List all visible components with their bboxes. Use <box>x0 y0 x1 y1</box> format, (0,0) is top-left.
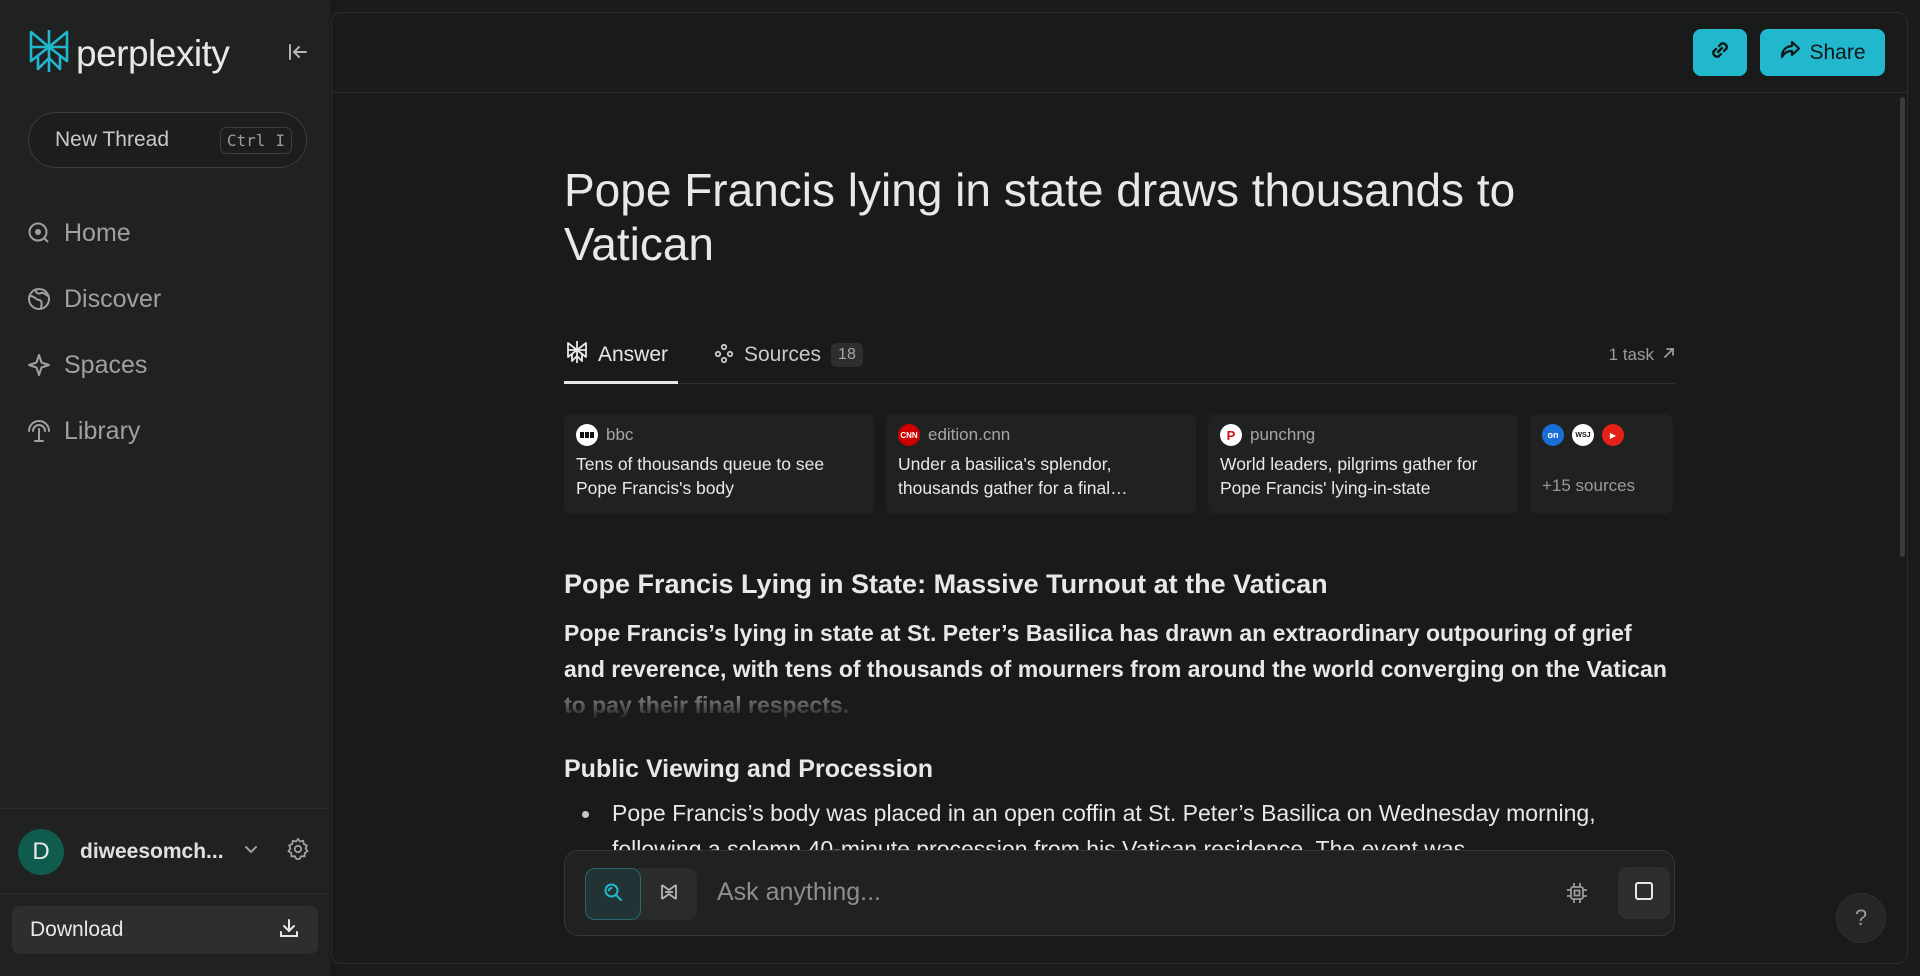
sources-count-badge: 18 <box>831 343 863 367</box>
tab-answer[interactable]: Answer <box>564 328 678 384</box>
card-title: Under a basilica's splendor, thousands g… <box>898 454 1128 498</box>
new-thread-label: New Thread <box>55 128 170 151</box>
logo-text: perplexity <box>76 32 230 74</box>
shortcut-badge: Ctrl I <box>219 126 292 154</box>
youtube-favicon-icon: ▶ <box>1602 424 1624 446</box>
link-icon <box>1707 37 1733 68</box>
answer-heading: Pope Francis Lying in State: Massive Tur… <box>564 569 1328 599</box>
scrollbar[interactable] <box>1900 97 1905 557</box>
scroll-fade <box>332 681 1907 721</box>
download-label: Download <box>30 918 124 941</box>
card-source-name: punchng <box>1250 425 1316 444</box>
sidebar-nav: Home Discover Spaces Library <box>26 200 161 464</box>
user-menu[interactable]: D diweesomch... <box>0 808 330 894</box>
shortcut-key-i: I <box>275 130 285 150</box>
perplexity-logo-icon <box>28 28 70 79</box>
top-bar: Share <box>332 13 1907 93</box>
ask-bar: Ask anything... <box>564 850 1675 936</box>
collapse-sidebar-button[interactable] <box>286 40 310 64</box>
tab-sources-label: Sources <box>744 343 822 366</box>
globe-icon <box>26 286 52 312</box>
share-label: Share <box>1809 40 1866 64</box>
library-icon <box>26 418 52 444</box>
ask-input[interactable]: Ask anything... <box>717 878 881 907</box>
sidebar-item-label: Library <box>64 416 141 445</box>
sidebar-item-library[interactable]: Library <box>26 398 161 464</box>
app-root: perplexity New Thread Ctrl I Home Discov… <box>0 0 1920 976</box>
page-title: Pope Francis lying in state draws thousa… <box>564 164 1516 270</box>
avatar[interactable]: D <box>18 828 64 875</box>
source-card[interactable]: bbc Tens of thousands queue to see Pope … <box>564 414 874 514</box>
search-icon <box>603 882 623 907</box>
chevron-down-icon[interactable] <box>242 840 260 863</box>
username[interactable]: diweesomch... <box>80 840 230 864</box>
card-title: Tens of thousands queue to see Pope Fran… <box>576 454 825 498</box>
search-icon <box>26 220 52 246</box>
card-source-name: edition.cnn <box>928 425 1011 444</box>
thread-content: Pope Francis lying in state draws thousa… <box>564 163 1676 862</box>
logo[interactable]: perplexity <box>28 28 230 79</box>
on-favicon-icon: on <box>1542 424 1564 446</box>
more-sources-card[interactable]: on WSJ ▶ +15 sources <box>1530 414 1673 514</box>
download-icon <box>278 917 300 944</box>
task-label: 1 task <box>1608 345 1654 364</box>
source-cards: bbc Tens of thousands queue to see Pope … <box>564 414 1673 514</box>
download-button[interactable]: Download <box>12 906 318 954</box>
stop-button[interactable] <box>1618 867 1670 919</box>
sidebar-item-spaces[interactable]: Spaces <box>26 332 161 398</box>
gear-icon[interactable] <box>286 837 310 866</box>
new-thread-button[interactable]: New Thread Ctrl I <box>28 112 307 168</box>
sidebar-item-label: Spaces <box>64 350 148 379</box>
cnn-favicon-icon: CNN <box>898 424 920 446</box>
shortcut-key-ctrl: Ctrl <box>226 130 266 150</box>
arrow-up-right-icon <box>1662 345 1676 365</box>
bullet-dot <box>582 811 589 818</box>
sidebar-item-home[interactable]: Home <box>26 200 161 266</box>
card-source-name: bbc <box>606 425 634 444</box>
tab-answer-label: Answer <box>598 342 669 366</box>
sources-icon <box>714 343 734 368</box>
spaces-icon <box>26 352 52 378</box>
model-chip-icon[interactable] <box>1565 881 1589 910</box>
answer-subheading: Public Viewing and Procession <box>564 755 934 783</box>
thread-tabs: Answer Sources 18 1 task <box>564 328 1676 384</box>
reasoning-mode-button[interactable] <box>641 868 697 920</box>
divider <box>0 893 330 894</box>
search-mode-toggle <box>585 868 697 920</box>
search-mode-button[interactable] <box>585 868 641 920</box>
more-sources-label: +15 sources <box>1542 476 1636 495</box>
perplexity-answer-icon <box>566 340 588 369</box>
sidebar: perplexity New Thread Ctrl I Home Discov… <box>0 0 330 976</box>
source-card[interactable]: CNN edition.cnn Under a basilica's splen… <box>886 414 1196 514</box>
task-link[interactable]: 1 task <box>1609 328 1676 382</box>
share-button[interactable]: Share <box>1760 29 1885 76</box>
main-panel: Share Pope Francis lying in state draws … <box>331 12 1908 964</box>
share-icon <box>1779 39 1801 66</box>
stop-icon <box>1634 881 1654 906</box>
card-title: World leaders, pilgrims gather for Pope … <box>1220 454 1478 498</box>
source-card[interactable]: P punchng World leaders, pilgrims gather… <box>1208 414 1518 514</box>
bbc-favicon-icon <box>576 424 598 446</box>
wsj-favicon-icon: WSJ <box>1572 424 1594 446</box>
help-button[interactable]: ? <box>1836 893 1886 943</box>
tab-sources[interactable]: Sources 18 <box>714 328 863 382</box>
sidebar-item-label: Home <box>64 218 131 247</box>
reasoning-icon <box>658 881 680 908</box>
sidebar-item-discover[interactable]: Discover <box>26 266 161 332</box>
copy-link-button[interactable] <box>1693 29 1747 76</box>
punchng-favicon-icon: P <box>1220 424 1242 446</box>
sidebar-item-label: Discover <box>64 284 162 313</box>
